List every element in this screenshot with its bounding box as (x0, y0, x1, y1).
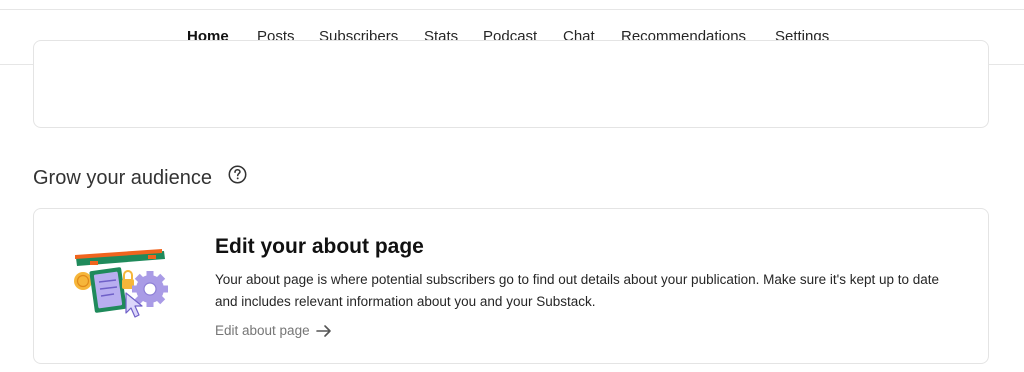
question-circle-icon[interactable] (227, 164, 248, 185)
previous-card (33, 40, 989, 128)
card-title: Edit your about page (215, 235, 424, 258)
top-strip (0, 0, 1024, 10)
edit-about-page-link[interactable]: Edit about page (215, 323, 332, 338)
edit-about-card: Edit your about page Your about page is … (33, 208, 989, 364)
section-title: Grow your audience (33, 167, 212, 189)
card-description: Your about page is where potential subsc… (215, 272, 940, 309)
clipboard-gear-illustration (74, 249, 168, 318)
edit-about-page-link-label: Edit about page (215, 323, 310, 338)
arrow-right-icon (315, 324, 331, 337)
